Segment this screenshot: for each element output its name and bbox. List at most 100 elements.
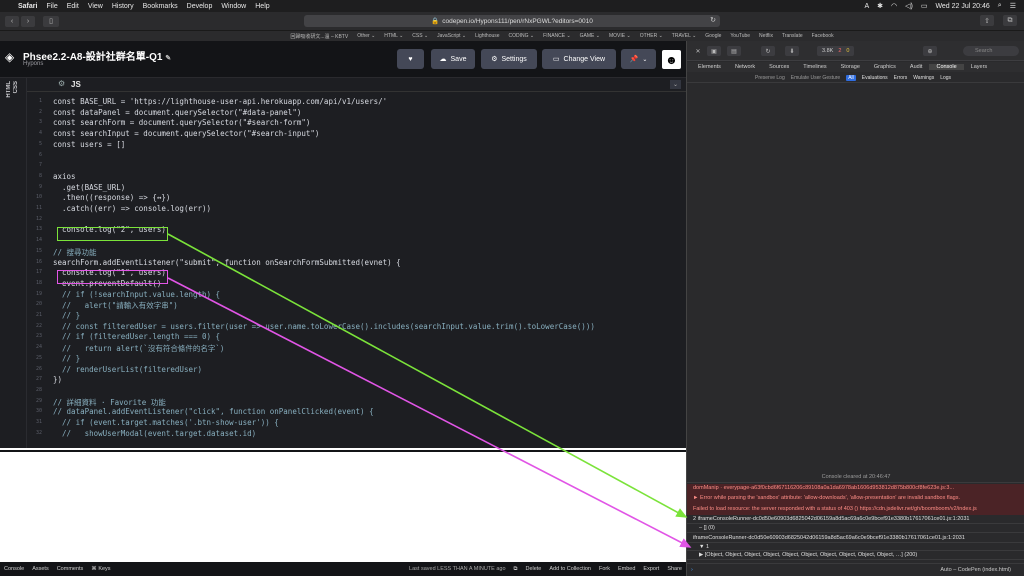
code-line[interactable]: // 詳細資料 · Favorite 功能	[53, 397, 166, 408]
console-error-message[interactable]: ► Error while parsing the 'sandbox' attr…	[687, 493, 1024, 504]
menu-history[interactable]: History	[112, 3, 134, 10]
code-line[interactable]: // showUserModal(event.target.dataset.id…	[53, 429, 256, 438]
favorite-item[interactable]: CSS ⌄	[412, 33, 428, 39]
code-line[interactable]: const searchInput = document.querySelect…	[53, 129, 319, 138]
favorite-item[interactable]: Translate	[782, 33, 803, 39]
tab-console[interactable]: Console	[929, 64, 964, 70]
code-line[interactable]: // if (filteredUser.length === 0) {	[53, 332, 220, 341]
pen-title[interactable]: Phsee2.2-A8-設計社群名單-Q1 ✎	[23, 48, 171, 63]
change-view-button[interactable]: ▭ Change View	[542, 49, 616, 69]
code-line[interactable]: console.log("2", users)	[53, 225, 166, 234]
back-button[interactable]: ‹	[5, 15, 19, 27]
undock-icon[interactable]: ▤	[727, 46, 741, 56]
filter-logs[interactable]: Logs	[940, 75, 951, 81]
code-line[interactable]: const users = []	[53, 140, 125, 149]
code-line[interactable]: // return alert(`沒有符合條件的名字`)	[53, 343, 224, 354]
forward-button[interactable]: ›	[21, 15, 35, 27]
settings-button[interactable]: ⚙ Settings	[481, 49, 537, 69]
menu-edit[interactable]: Edit	[67, 3, 79, 10]
result-preview[interactable]	[0, 450, 686, 562]
code-line[interactable]: // alert("請輸入有效字串")	[53, 300, 178, 311]
tabs-overview-icon[interactable]: ⧉	[1003, 15, 1017, 26]
html-editor-tab[interactable]: HTML	[6, 81, 12, 98]
menu-file[interactable]: File	[46, 3, 57, 10]
emulate-gesture-toggle[interactable]: Emulate User Gesture	[791, 75, 840, 81]
execution-context[interactable]: Auto – CodePen (index.html)	[940, 567, 1011, 573]
reload-icon[interactable]: ↻	[710, 16, 716, 24]
fork-button[interactable]: Fork	[595, 566, 614, 572]
favorite-item[interactable]: Google	[705, 33, 721, 39]
edit-pencil-icon[interactable]: ✎	[165, 55, 171, 62]
battery-icon[interactable]: ▭	[921, 2, 928, 10]
code-line[interactable]: .catch((err) => console.log(err))	[53, 204, 211, 213]
add-to-collection-button[interactable]: Add to Collection	[545, 566, 595, 572]
export-button[interactable]: Export	[639, 566, 663, 572]
code-line[interactable]: const searchForm = document.querySelecto…	[53, 118, 310, 127]
keys-button[interactable]: ⌘ Keys	[87, 566, 114, 572]
filter-evaluations[interactable]: Evaluations	[862, 75, 888, 81]
console-log-message[interactable]: 2 iframeConsoleRunner-dc0d50e60903d68250…	[687, 515, 1024, 524]
console-error-message[interactable]: domManip · everypage-a63f0cbd6f67116206c…	[687, 484, 1024, 493]
embed-button[interactable]: Embed	[614, 566, 639, 572]
tab-network[interactable]: Network	[728, 64, 762, 70]
favorite-item[interactable]: HTML ⌄	[384, 33, 403, 39]
code-line[interactable]: // if (!searchInput.value.length) {	[53, 290, 220, 299]
menu-help[interactable]: Help	[255, 3, 269, 10]
code-line[interactable]: // if (event.target.matches('.btn-show-u…	[53, 418, 279, 427]
code-line[interactable]: event.preventDefault()	[53, 279, 161, 288]
favorite-item[interactable]: JavaScript ⌄	[437, 33, 466, 39]
code-line[interactable]: // 搜尋功能	[53, 247, 97, 258]
spotlight-icon[interactable]: ⌕	[998, 2, 1002, 10]
favorite-item[interactable]: CODING ⌄	[509, 33, 535, 39]
menu-bookmarks[interactable]: Bookmarks	[143, 3, 178, 10]
favorite-item[interactable]: GAME ⌄	[580, 33, 600, 39]
close-icon[interactable]: ✕	[691, 46, 705, 56]
avatar[interactable]: ☻	[662, 50, 681, 69]
code-line[interactable]: })	[53, 375, 62, 384]
control-center-icon[interactable]: ☰	[1010, 2, 1016, 10]
menu-view[interactable]: View	[88, 3, 103, 10]
code-line[interactable]: const dataPanel = document.querySelector…	[53, 108, 301, 117]
css-editor-tab[interactable]: CSS	[13, 81, 19, 93]
love-button[interactable]: ♥	[397, 49, 424, 69]
clock[interactable]: Wed 22 Jul 20:46	[935, 3, 989, 10]
code-line[interactable]: // dataPanel.addEventListener("click", f…	[53, 407, 374, 416]
console-log-message[interactable]: ▶ [Object, Object, Object, Object, Objec…	[687, 551, 1024, 560]
favorite-item[interactable]: Netflix	[759, 33, 773, 39]
code-line[interactable]: console.log("1", users)	[53, 268, 166, 277]
tab-graphics[interactable]: Graphics	[867, 64, 903, 70]
assets-button[interactable]: Assets	[28, 566, 53, 572]
favorite-item[interactable]: YouTube	[730, 33, 750, 39]
app-menu[interactable]: Safari	[18, 3, 37, 10]
tab-timelines[interactable]: Timelines	[796, 64, 833, 70]
code-line[interactable]: .then((response) => {↔})	[53, 193, 170, 202]
codepen-logo-icon[interactable]: ◈	[5, 50, 19, 64]
favorite-item[interactable]: OTHER ⌄	[640, 33, 663, 39]
address-bar[interactable]: 🔒 codepen.io/Hypons111/pen/rNxPGWL?edito…	[304, 15, 720, 27]
download-icon[interactable]: ⬇	[785, 46, 799, 56]
code-line[interactable]: // const filteredUser = users.filter(use…	[53, 322, 595, 331]
volume-icon[interactable]: ◁)	[905, 2, 913, 10]
menu-develop[interactable]: Develop	[187, 3, 213, 10]
code-line[interactable]: axios	[53, 172, 76, 181]
favorite-item[interactable]: 回歸吸收研文...溫 – KBTV	[290, 33, 348, 40]
filter-errors[interactable]: Errors	[894, 75, 908, 81]
pen-author[interactable]: Hypons	[23, 61, 43, 67]
filter-all[interactable]: All	[846, 74, 856, 81]
menu-window[interactable]: Window	[221, 3, 246, 10]
code-line[interactable]: // }	[53, 311, 80, 320]
console-log-message[interactable]: ▼ 1	[687, 543, 1024, 551]
console-button[interactable]: Console	[0, 566, 28, 572]
inspector-search-input[interactable]: Search	[963, 46, 1019, 56]
activity-counters[interactable]: 3.8K 2 0	[817, 46, 855, 56]
editor-collapse-button[interactable]: ⌄	[670, 80, 681, 89]
favorite-item[interactable]: Facebook	[812, 33, 834, 39]
code-line[interactable]: const BASE_URL = 'https://lighthouse-use…	[53, 97, 387, 106]
input-source-icon[interactable]: A	[864, 3, 869, 10]
sidebar-toggle-icon[interactable]: ▯	[43, 15, 59, 27]
bluetooth-icon[interactable]: ✱	[877, 2, 883, 10]
pin-button[interactable]: 📌 ⌄	[621, 49, 656, 69]
favorite-item[interactable]: TRAVEL ⌄	[672, 33, 696, 39]
tab-audit[interactable]: Audit	[903, 64, 930, 70]
code-line[interactable]: // renderUserList(filteredUser)	[53, 365, 202, 374]
